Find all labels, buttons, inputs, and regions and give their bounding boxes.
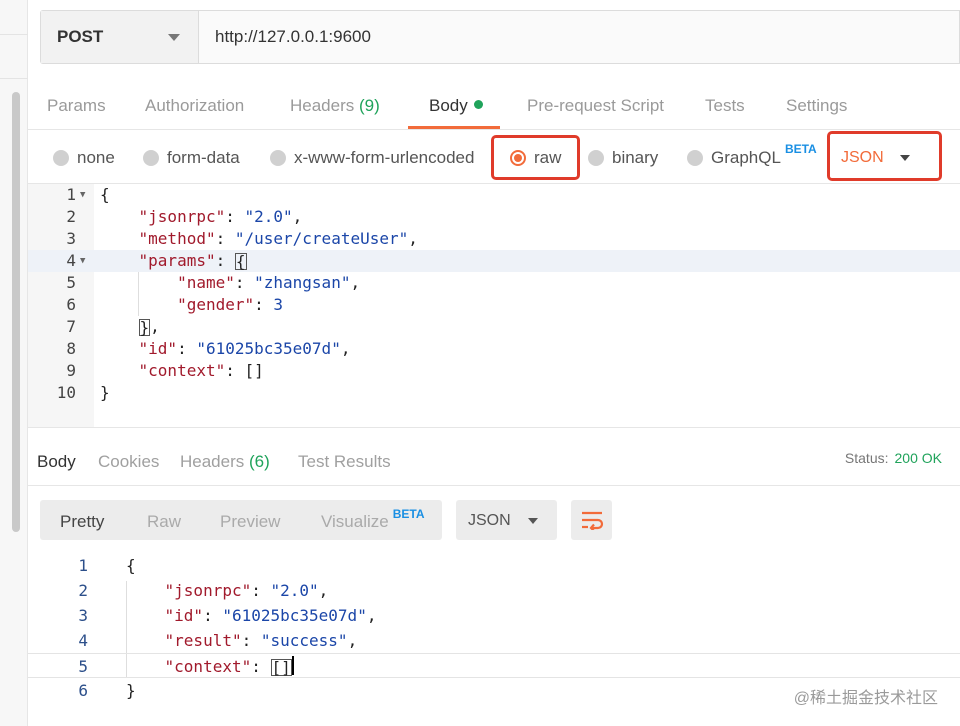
response-status: Status: 200 OK — [844, 450, 942, 466]
status-value: 200 OK — [894, 450, 942, 466]
method-label: POST — [57, 27, 104, 46]
view-pretty[interactable]: Pretty — [60, 512, 104, 532]
code-line: 3 "id": "61025bc35e07d", — [78, 606, 377, 625]
view-raw[interactable]: Raw — [147, 512, 181, 532]
code-line: 4 "result": "success", — [78, 631, 358, 650]
code-line: 7 }, — [66, 317, 160, 337]
wrap-lines-button[interactable] — [571, 500, 612, 540]
request-url-bar: POST — [40, 10, 960, 64]
code-line: 2 "jsonrpc": "2.0", — [66, 207, 303, 226]
tab-headers[interactable]: Headers (9) — [290, 96, 380, 116]
text-cursor — [291, 656, 294, 675]
tab-params[interactable]: Params — [47, 96, 106, 116]
tab-authorization[interactable]: Authorization — [145, 96, 244, 116]
method-select[interactable]: POST — [41, 11, 199, 63]
active-tab-indicator — [408, 126, 500, 129]
code-line-active: 5 "context": [] — [28, 653, 960, 678]
code-line: 8 "id": "61025bc35e07d", — [66, 339, 351, 358]
headers-count: (6) — [249, 452, 270, 471]
radio-icon — [143, 150, 159, 166]
beta-badge: BETA — [784, 142, 817, 156]
radio-icon — [588, 150, 604, 166]
body-type-selector: none form-data x-www-form-urlencoded raw… — [28, 131, 960, 183]
format-highlight-box — [827, 131, 942, 181]
sidebar-divider — [0, 78, 28, 79]
code-line: 2 "jsonrpc": "2.0", — [78, 581, 329, 600]
sidebar-scrollbar[interactable] — [12, 92, 20, 532]
view-preview[interactable]: Preview — [220, 512, 280, 532]
tab-body[interactable]: Body — [429, 96, 483, 116]
radio-icon — [687, 150, 703, 166]
headers-count: (9) — [359, 96, 380, 115]
response-tab-headers[interactable]: Headers (6) — [180, 452, 270, 472]
response-tabs: Body Cookies Headers (6) Test Results St… — [28, 440, 960, 486]
code-line-active: 4 ▼ "params": { — [28, 250, 960, 272]
radio-none[interactable]: none — [53, 148, 115, 168]
code-line: 1 { — [78, 556, 136, 575]
response-view-options: Pretty Raw Preview Visualize BETA — [40, 500, 442, 540]
chevron-down-icon — [528, 518, 538, 524]
raw-highlight-box — [491, 135, 580, 180]
chevron-down-icon — [168, 34, 180, 41]
view-visualize[interactable]: Visualize BETA — [321, 507, 425, 532]
code-line: 6 "gender": 3 — [66, 295, 284, 314]
tab-pre-request-script[interactable]: Pre-request Script — [527, 96, 664, 116]
watermark: @稀土掘金技术社区 — [793, 690, 938, 707]
fold-arrow-icon[interactable]: ▼ — [80, 250, 85, 272]
response-format-select[interactable]: JSON — [456, 500, 557, 540]
beta-badge: BETA — [392, 507, 425, 521]
request-body-editor[interactable]: 1 ▼ { 2 "jsonrpc": "2.0", 3 "method": "/u… — [28, 183, 960, 428]
radio-icon — [53, 150, 69, 166]
radio-urlencoded[interactable]: x-www-form-urlencoded — [270, 148, 474, 168]
code-line: 1 ▼ { — [66, 184, 110, 206]
tab-settings[interactable]: Settings — [786, 96, 847, 116]
radio-binary[interactable]: binary — [588, 148, 658, 168]
response-tab-test-results[interactable]: Test Results — [298, 452, 391, 472]
url-input[interactable] — [199, 11, 959, 63]
response-format-label: JSON — [468, 512, 511, 529]
tab-tests[interactable]: Tests — [705, 96, 745, 116]
radio-graphql[interactable]: GraphQL BETA — [687, 142, 817, 168]
sidebar-strip — [0, 0, 28, 726]
code-line: 5 "name": "zhangsan", — [66, 273, 361, 292]
code-line: 10 } — [56, 383, 110, 402]
status-dot-icon — [473, 100, 483, 109]
radio-form-data[interactable]: form-data — [143, 148, 240, 168]
wrap-lines-icon — [581, 511, 603, 530]
fold-arrow-icon[interactable]: ▼ — [80, 184, 85, 206]
sidebar-divider — [0, 34, 28, 35]
response-tab-body[interactable]: Body — [37, 452, 76, 472]
code-line: 3 "method": "/user/createUser", — [66, 229, 418, 248]
code-line: 9 "context": [] — [66, 361, 264, 380]
response-tab-cookies[interactable]: Cookies — [98, 452, 159, 472]
radio-icon — [270, 150, 286, 166]
request-tabs: Params Authorization Headers (9) Body Pr… — [28, 80, 960, 130]
